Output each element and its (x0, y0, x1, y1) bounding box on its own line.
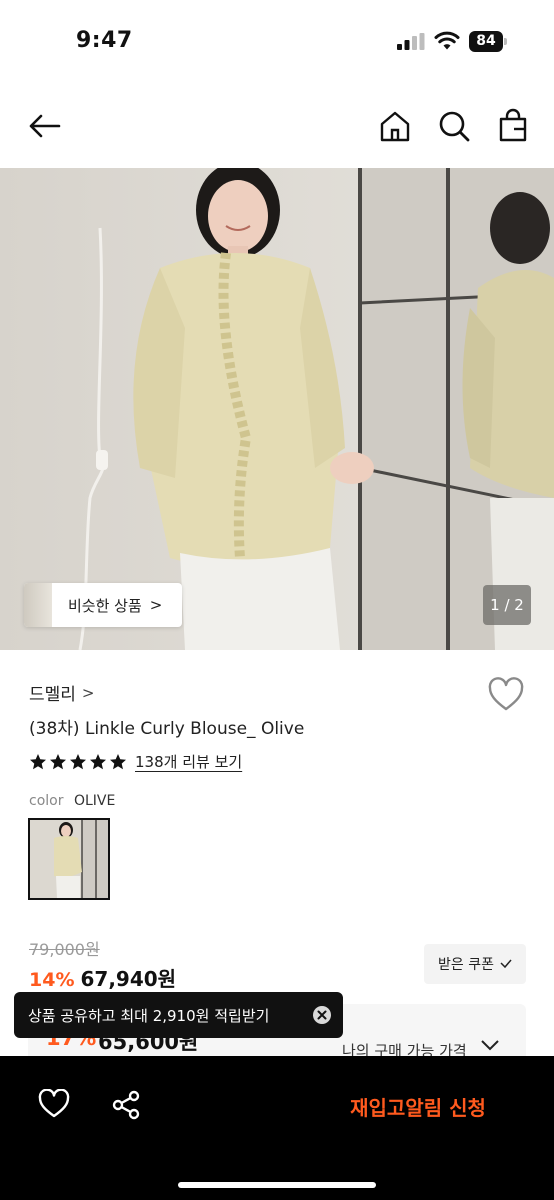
share-reward-toast: 상품 공유하고 최대 2,910원 적립받기 (14, 992, 343, 1038)
chevron-right-icon: > (149, 596, 163, 614)
home-icon[interactable] (377, 108, 413, 144)
back-arrow-icon[interactable] (26, 108, 62, 144)
star-icon (110, 753, 126, 769)
similar-products-thumbnail (24, 583, 52, 627)
price-row: 14% 67,940원 (29, 963, 176, 992)
color-label: color (29, 793, 64, 809)
color-option-olive[interactable] (28, 818, 110, 900)
product-title: (38차) Linkle Curly Blouse_ Olive (29, 719, 305, 739)
battery-icon: 84 (469, 31, 509, 52)
chevron-down-icon (481, 1040, 499, 1051)
product-photo (0, 168, 554, 650)
color-row: color OLIVE (29, 793, 115, 809)
search-icon[interactable] (436, 108, 472, 144)
toast-message: 상품 공유하고 최대 2,910원 적립받기 (28, 1006, 270, 1025)
restock-alert-button[interactable]: 재입고알림 신청 (320, 1086, 516, 1126)
chevron-right-icon: > (81, 683, 95, 702)
wifi-icon (434, 31, 460, 50)
top-nav (0, 90, 554, 168)
coupon-label: 받은 쿠폰 (438, 957, 494, 973)
wishlist-heart-icon[interactable] (38, 1089, 70, 1119)
star-icon (50, 753, 66, 769)
discount-rate: 14% (29, 969, 75, 991)
similar-products-label: 비슷한 상품 (68, 596, 142, 615)
star-icon (30, 753, 46, 769)
rating-stars (29, 753, 127, 771)
status-bar: 9:47 84 (0, 0, 554, 80)
color-option-thumbnail (30, 820, 108, 898)
close-icon[interactable] (313, 1006, 331, 1024)
review-link[interactable]: 138개 리뷰 보기 (135, 751, 242, 772)
rating-row: 138개 리뷰 보기 (29, 751, 242, 772)
original-price: 79,000원 (29, 940, 100, 959)
status-time: 9:47 (76, 28, 133, 53)
signal-icon (397, 33, 425, 50)
product-image-gallery[interactable]: 비슷한 상품 > 1 / 2 (0, 168, 554, 650)
brand-link[interactable]: 드멜리 > (29, 680, 95, 706)
bottom-action-bar: 재입고알림 신청 (0, 1056, 554, 1200)
brand-name: 드멜리 (29, 685, 76, 705)
received-coupon-button[interactable]: 받은 쿠폰 (424, 944, 526, 984)
wishlist-heart-icon[interactable] (487, 677, 525, 713)
shopping-bag-icon[interactable] (495, 108, 531, 144)
similar-products-button[interactable]: 비슷한 상품 > (24, 583, 182, 627)
check-icon (500, 959, 512, 969)
star-icon (70, 753, 86, 769)
home-indicator (178, 1182, 376, 1188)
battery-level: 84 (469, 31, 503, 52)
share-icon[interactable] (110, 1089, 142, 1121)
image-page-indicator: 1 / 2 (483, 585, 531, 625)
sale-price: 67,940원 (80, 967, 177, 991)
star-icon (90, 753, 106, 769)
color-value: OLIVE (73, 793, 116, 809)
